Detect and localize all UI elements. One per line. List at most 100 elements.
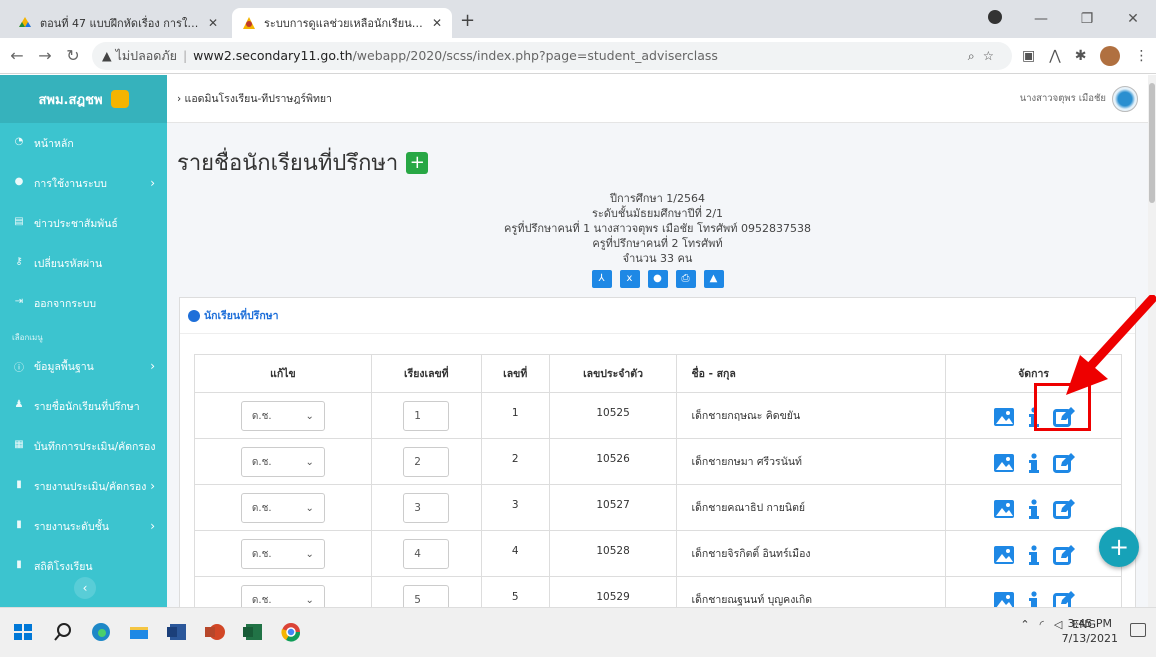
close-window-icon[interactable]: ✕ xyxy=(1110,11,1156,27)
edit-icon[interactable] xyxy=(1052,453,1075,473)
prefix-select[interactable]: ด.ช. ⌄ xyxy=(240,539,325,569)
breadcrumb[interactable]: แอดมินโรงเรียน-ทีปราษฎร์พิทยา xyxy=(185,90,332,107)
photo-icon[interactable] xyxy=(993,591,1015,607)
chevron-right-icon: › xyxy=(150,479,155,493)
order-input[interactable]: 2 xyxy=(403,447,450,477)
sidebar-collapse-button[interactable]: ‹ xyxy=(74,577,96,599)
url-separator: | xyxy=(182,48,188,63)
chevron-up-icon[interactable]: ⌃ xyxy=(1020,618,1029,631)
row-actions xyxy=(946,453,1121,473)
number-cell: 3 xyxy=(480,484,550,531)
print-icon[interactable]: ⎙ xyxy=(675,270,696,288)
scrollbar-thumb[interactable] xyxy=(1149,83,1155,203)
prefix-select[interactable]: ด.ช. ⌄ xyxy=(240,585,325,607)
order-cell: 4 xyxy=(370,530,482,577)
sidebar-item-label: การใช้งานระบบ xyxy=(34,177,107,190)
edit-icon[interactable] xyxy=(1052,545,1075,565)
app-topbar: › แอดมินโรงเรียน-ทีปราษฎร์พิทยา นางสาวจต… xyxy=(167,75,1148,123)
col-header-name: ชื่อ - สกุล xyxy=(676,354,947,393)
sidebar-item-home[interactable]: ◔ หน้าหลัก xyxy=(0,123,167,163)
sidebar-item-news[interactable]: ▤ ข่าวประชาสัมพันธ์ xyxy=(0,203,167,243)
floating-add-button[interactable]: + xyxy=(1099,527,1139,567)
sidebar-item-change-password[interactable]: ⚷ เปลี่ยนรหัสผ่าน xyxy=(0,243,167,283)
sidebar-item-label: ข้อมูลพื้นฐาน xyxy=(34,360,94,373)
sidebar-item-logout[interactable]: ⇥ ออกจากระบบ xyxy=(0,283,167,323)
new-tab-icon[interactable]: + xyxy=(460,10,475,31)
pdf-icon[interactable]: ⅄ xyxy=(591,270,612,288)
restore-icon[interactable]: ❐ xyxy=(1064,11,1110,27)
photo-icon[interactable] xyxy=(993,499,1015,519)
taskbar-clock[interactable]: 3:45 PM 7/13/2021 xyxy=(1062,616,1118,646)
card-header: นักเรียนที่ปรึกษา xyxy=(180,298,1135,334)
photo-icon[interactable] xyxy=(993,545,1015,565)
student-name-cell: เด็กชายคณาธิป กายนิตย์ xyxy=(676,484,947,531)
chrome-icon[interactable] xyxy=(280,621,302,643)
close-tab-icon[interactable]: ✕ xyxy=(208,16,218,30)
edge-icon[interactable] xyxy=(90,621,112,643)
sidebar-item-grade-report[interactable]: ▮ รายงานระดับชั้น › xyxy=(0,506,167,546)
order-input[interactable]: 3 xyxy=(403,493,450,523)
menu-icon[interactable]: ⋮ xyxy=(1134,48,1148,64)
extension-icon[interactable]: ⋀ xyxy=(1049,48,1060,64)
profile-dot-icon[interactable] xyxy=(972,10,1018,28)
info-line: ระดับชั้นมัธยมศึกษาปีที่ 2/1 xyxy=(591,207,724,220)
profile-avatar[interactable] xyxy=(1100,45,1121,66)
forward-icon[interactable]: → xyxy=(34,46,56,65)
excel-app-icon[interactable] xyxy=(242,621,264,643)
info-icon[interactable] xyxy=(1023,499,1045,519)
sidebar-item-label: รายงานประเมิน/คัดกรอง xyxy=(34,480,147,493)
excel-icon[interactable]: x xyxy=(619,270,640,288)
sidebar-brand[interactable]: สพม.สฎชพ xyxy=(0,75,167,123)
warning-icon[interactable]: ▲ xyxy=(102,48,112,63)
file-explorer-icon[interactable] xyxy=(128,621,150,643)
prefix-select[interactable]: ด.ช. ⌄ xyxy=(240,493,325,523)
browser-tab-1[interactable]: ตอนที่ 47 แบบฝึกหัดเรื่อง การให้เหตุผล ✕ xyxy=(8,8,228,38)
notification-icon[interactable] xyxy=(1130,623,1146,637)
sidebar-item-assessment-report[interactable]: ▮ รายงานประเมิน/คัดกรอง › xyxy=(0,466,167,506)
sidebar-item-basic-info[interactable]: ⓘ ข้อมูลพื้นฐาน › xyxy=(0,346,167,386)
word-icon[interactable] xyxy=(166,621,188,643)
order-input[interactable]: 4 xyxy=(403,539,450,569)
order-input[interactable]: 1 xyxy=(403,401,450,431)
add-student-button[interactable]: + xyxy=(406,151,429,174)
image-icon[interactable]: ▲ xyxy=(703,270,724,288)
info-icon[interactable] xyxy=(1023,453,1045,473)
minimize-icon[interactable]: — xyxy=(1018,11,1064,27)
prefix-select[interactable]: ด.ช. ⌄ xyxy=(240,401,325,431)
edit-icon[interactable] xyxy=(1052,591,1075,607)
reload-icon[interactable]: ↻ xyxy=(62,46,84,65)
card-title: นักเรียนที่ปรึกษา xyxy=(204,310,279,322)
wifi-icon[interactable]: ◜ xyxy=(1040,618,1044,631)
puzzle-icon[interactable]: ✱ xyxy=(1075,48,1087,64)
window-controls: — ❐ ✕ xyxy=(972,0,1156,38)
info-icon[interactable] xyxy=(1023,545,1045,565)
info-icon[interactable] xyxy=(1023,591,1045,607)
user-icon[interactable]: ● xyxy=(647,270,668,288)
powerpoint-icon[interactable] xyxy=(204,621,226,643)
photo-icon[interactable] xyxy=(993,453,1015,473)
student-id-cell: 10525 xyxy=(548,392,678,439)
sidebar-item-usage[interactable]: ● การใช้งานระบบ › xyxy=(0,163,167,203)
url-input[interactable]: ▲ ไม่ปลอดภัย | www2.secondary11.go.th/we… xyxy=(92,41,1012,70)
row-actions xyxy=(946,545,1121,565)
extension-icon[interactable]: ▣ xyxy=(1022,48,1035,64)
student-id-cell: 10527 xyxy=(548,484,678,531)
sidebar-item-assessment[interactable]: ▦ บันทึกการประเมิน/คัดกรอง xyxy=(0,426,167,466)
zoom-star-icons[interactable]: ⌕☆ xyxy=(968,48,1002,64)
student-name-cell: เด็กชายณฐนนท์ บุญคงเกิด xyxy=(676,576,947,607)
order-input[interactable]: 5 xyxy=(403,585,450,607)
edit-icon[interactable] xyxy=(1052,499,1075,519)
clock-time: 3:45 PM xyxy=(1067,617,1112,630)
user-menu[interactable]: นางสาวจตุพร เมือชัย xyxy=(1020,85,1138,112)
manage-cell xyxy=(945,484,1122,531)
sidebar-item-advisee-list[interactable]: ♟ รายชื่อนักเรียนที่ปรึกษา xyxy=(0,386,167,426)
back-icon[interactable]: ← xyxy=(6,46,28,65)
photo-icon[interactable] xyxy=(993,407,1015,427)
prefix-select[interactable]: ด.ช. ⌄ xyxy=(240,447,325,477)
annotation-arrow-icon xyxy=(1066,295,1156,395)
search-icon[interactable] xyxy=(52,621,74,643)
prefix-value: ด.ช. xyxy=(251,410,272,422)
browser-tab-2[interactable]: ระบบการดูแลช่วยเหลือนักเรียน Studen ✕ xyxy=(232,8,452,38)
windows-start-icon[interactable] xyxy=(12,621,34,643)
close-tab-icon[interactable]: ✕ xyxy=(432,16,442,30)
